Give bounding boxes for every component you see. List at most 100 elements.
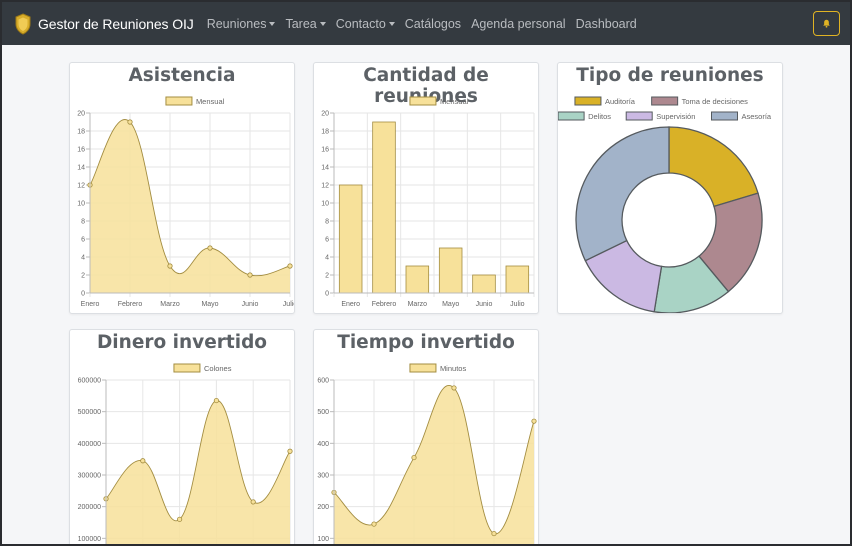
pie-slice-0: [668, 126, 759, 208]
card-asistencia: Asistencia Mensual 0 2 4 6 8 10 12 14 16 18 20 Enero…: [69, 62, 295, 314]
brand-title: Gestor de Reuniones OIJ: [38, 15, 194, 32]
data-point-2: [177, 516, 183, 522]
legend-label-0: Colones: [204, 364, 232, 373]
nav-item-label: Contacto: [335, 16, 386, 31]
bar-2: [405, 265, 430, 294]
chevron-down-icon: [388, 21, 395, 26]
y-tick-label-4: 8: [325, 219, 329, 226]
x-tick-label-3: Mayo: [201, 301, 218, 308]
x-tick-label-1: Febrero: [118, 301, 143, 308]
y-tick-label-1: 2: [81, 273, 85, 280]
y-tick-label-10: 20: [321, 111, 329, 118]
bar-3: [438, 247, 463, 294]
y-tick-label-1: 200: [317, 504, 329, 511]
data-point-5: [287, 263, 293, 269]
x-tick-label-1: Febrero: [372, 301, 397, 308]
nav-item-label: Tarea: [285, 16, 317, 31]
top-navbar: Gestor de Reuniones OIJ Reuniones Tarea …: [2, 0, 850, 45]
area-fill: [106, 400, 290, 544]
x-tick-label-4: Junio: [476, 301, 493, 308]
nav-item-label: Dashboard: [575, 16, 637, 31]
y-tick-label-0: 0: [81, 291, 85, 298]
nav-item-dashboard[interactable]: Dashboard: [576, 17, 637, 31]
data-point-3: [207, 245, 213, 251]
legend-swatch-0: [409, 363, 437, 373]
legend-label-0: Mensual: [440, 97, 469, 106]
legend-swatch-0: [173, 363, 201, 373]
y-tick-label-4: 500: [317, 409, 329, 416]
data-point-3: [451, 385, 457, 391]
nav-item-agenda-personal[interactable]: Agenda personal: [471, 17, 566, 31]
x-tick-label-2: Marzo: [160, 301, 180, 308]
data-point-4: [491, 530, 497, 537]
y-tick-label-2: 300: [317, 473, 329, 480]
data-point-4: [250, 499, 256, 505]
x-tick-label-0: Enero: [81, 301, 100, 308]
y-tick-label-5: 600000: [78, 378, 101, 385]
data-point-1: [140, 458, 146, 464]
x-tick-label-4: Junio: [242, 301, 259, 308]
card-tipo-reuniones: Tipo de reuniones Auditoría Toma de decis…: [557, 62, 783, 314]
data-point-2: [167, 263, 173, 269]
nav-item-label: Reuniones: [206, 16, 267, 31]
legend-label-0: Mensual: [196, 97, 225, 106]
nav-item-label: Catálogos: [404, 16, 462, 31]
nav-item-contacto[interactable]: Contacto: [336, 17, 395, 31]
y-tick-label-6: 12: [77, 183, 85, 190]
data-point-5: [287, 448, 293, 454]
y-tick-label-3: 400000: [78, 441, 101, 448]
notifications-button[interactable]: [813, 11, 840, 36]
y-tick-label-0: 100: [317, 536, 329, 543]
y-tick-label-3: 400: [317, 441, 329, 448]
nav-item-catalogos[interactable]: Catálogos: [405, 17, 461, 31]
y-tick-label-7: 14: [321, 165, 329, 172]
legend-swatch-0: [409, 96, 437, 106]
bar-0: [338, 184, 363, 294]
card-tiempo-invertido: Tiempo invertido Minutos 100 200 300 400 500 6…: [313, 329, 539, 544]
x-tick-label-5: Julio: [283, 301, 295, 308]
y-tick-label-0: 0: [325, 291, 329, 298]
x-tick-label-0: Enero: [341, 301, 360, 308]
legend-label-1: Toma de decisiones: [682, 97, 749, 106]
x-tick-label-2: Marzo: [408, 301, 428, 308]
tiempo-invertido-chart: Minutos 100 200 300 400 500 600: [317, 363, 537, 544]
y-tick-label-2: 300000: [78, 473, 101, 480]
nav-item-tarea[interactable]: Tarea: [285, 16, 326, 31]
legend-label-4: Asesoría: [742, 112, 772, 121]
y-tick-label-3: 6: [81, 237, 85, 244]
nav-item-reuniones[interactable]: Reuniones: [207, 17, 276, 31]
y-tick-label-8: 16: [321, 147, 329, 154]
y-tick-label-1: 200000: [78, 504, 101, 511]
legend-label-0: Minutos: [440, 364, 467, 373]
x-tick-label-5: Julio: [510, 301, 525, 308]
legend-swatch-0: [165, 96, 193, 106]
area-fill: [90, 119, 290, 294]
data-point-3: [213, 397, 219, 404]
y-tick-label-9: 18: [77, 129, 85, 136]
y-tick-label-9: 18: [321, 129, 329, 136]
data-point-1: [371, 521, 377, 527]
y-tick-label-5: 10: [77, 201, 85, 208]
data-point-2: [411, 454, 417, 461]
data-point-5: [531, 418, 537, 424]
cantidad-reuniones-chart: Mensual 0 2 4 6 8 10 12 14 16 18 20 Enero Febrero Marz…: [321, 96, 535, 308]
y-tick-label-4: 8: [81, 219, 85, 226]
legend-swatch-1: [651, 96, 679, 106]
legend-label-2: Delitos: [588, 112, 611, 121]
y-tick-label-3: 6: [325, 237, 329, 244]
legend-swatch-4: [711, 111, 738, 121]
y-tick-label-6: 12: [321, 183, 329, 190]
y-tick-label-0: 100000: [78, 536, 101, 543]
tipo-reuniones-chart: Auditoría Toma de decisiones Delitos Superv…: [558, 96, 772, 313]
legend-swatch-2: [558, 111, 585, 121]
y-tick-label-2: 4: [81, 255, 85, 262]
bar-1: [372, 121, 396, 294]
data-point-1: [127, 119, 133, 125]
brand[interactable]: Gestor de Reuniones OIJ: [13, 12, 194, 35]
bar-4: [472, 274, 496, 294]
data-point-4: [247, 272, 253, 278]
x-tick-label-3: Mayo: [442, 301, 459, 308]
card-dinero-invertido: Dinero invertido Colones 100000 200000 3000…: [69, 329, 295, 544]
chevron-down-icon: [319, 21, 326, 26]
y-tick-label-4: 500000: [78, 409, 101, 416]
